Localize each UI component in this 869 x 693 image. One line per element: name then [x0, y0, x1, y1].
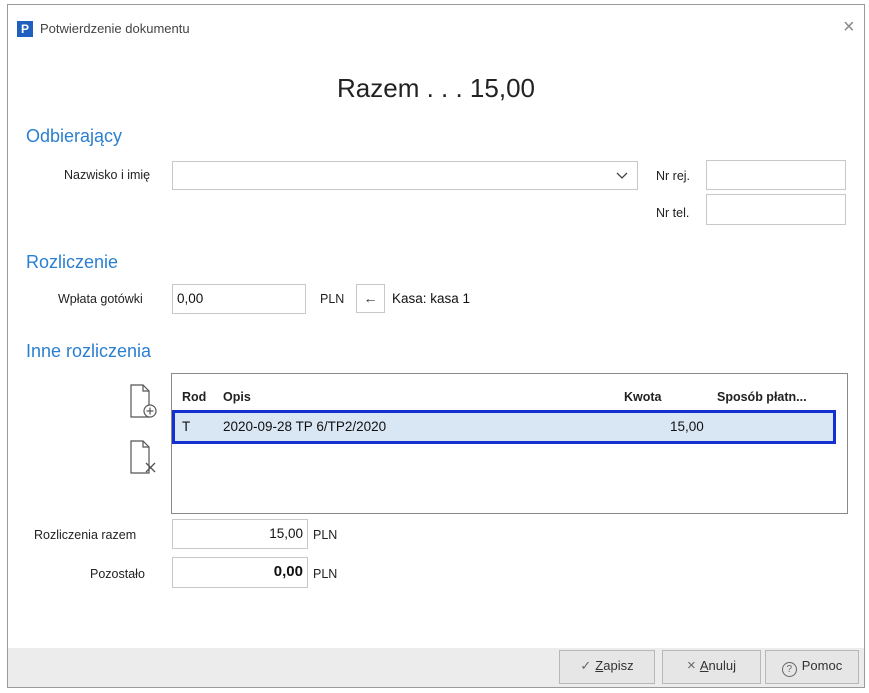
section-other-title: Inne rozliczenia: [26, 341, 152, 361]
remaining-field: 0,00: [172, 557, 308, 588]
cash-currency: PLN: [320, 292, 345, 306]
cashbox-label: Kasa: kasa 1: [392, 291, 471, 306]
reg-label: Nr rej.: [656, 169, 691, 183]
title-bar: P Potwierdzenie dokumentu ×: [8, 5, 864, 51]
cell-kwota: 15,00: [670, 419, 704, 434]
window-title: Potwierdzenie dokumentu: [40, 21, 190, 36]
cancel-label: nuluj: [708, 658, 736, 673]
cash-label: Wpłata gotówki: [58, 292, 143, 306]
remaining-value: 0,00: [273, 563, 303, 580]
column-header-opis[interactable]: Opis: [223, 389, 251, 405]
close-icon[interactable]: ×: [843, 17, 855, 37]
column-header-sposob[interactable]: Sposób płatn...: [717, 389, 807, 405]
total-settlements-currency: PLN: [313, 528, 338, 542]
button-bar: ✓ Zapisz × Anuluj ? Pomoc: [8, 648, 864, 687]
settlements-table: Rod Opis Kwota Sposób płatn... T 2020-09…: [171, 373, 848, 514]
name-label: Nazwisko i imię: [64, 168, 151, 182]
add-document-icon[interactable]: [128, 383, 158, 421]
help-label: Pomoc: [801, 658, 843, 673]
help-circle-icon: ?: [781, 662, 797, 677]
fill-amount-button[interactable]: ←: [356, 284, 385, 313]
column-header-rod[interactable]: Rod: [182, 389, 206, 405]
cancel-button[interactable]: × Anuluj: [662, 650, 761, 684]
total-settlements-value: 15,00: [269, 526, 303, 541]
app-logo-icon: P: [17, 21, 33, 37]
help-button[interactable]: ? Pomoc: [765, 650, 859, 684]
column-header-kwota[interactable]: Kwota: [624, 389, 662, 405]
table-row[interactable]: T 2020-09-28 TP 6/TP2/2020 15,00: [172, 410, 836, 444]
total-settlements-field: 15,00: [172, 519, 308, 549]
save-button[interactable]: ✓ Zapisz: [559, 650, 655, 684]
arrow-left-icon: ←: [363, 290, 378, 306]
section-receiver-title: Odbierający: [26, 126, 123, 146]
remove-document-icon[interactable]: [128, 439, 158, 477]
cash-amount-input[interactable]: 0,00: [172, 284, 306, 314]
check-icon: ✓: [580, 658, 592, 673]
remaining-currency: PLN: [313, 567, 338, 581]
section-settlement-title: Rozliczenie: [26, 252, 119, 272]
dialog-window: P Potwierdzenie dokumentu × Razem . . . …: [7, 4, 865, 688]
total-heading: Razem . . . 15,00: [337, 73, 535, 103]
save-label: apisz: [603, 658, 634, 673]
cell-opis: 2020-09-28 TP 6/TP2/2020: [223, 419, 387, 434]
tel-number-input[interactable]: [706, 194, 846, 225]
chevron-down-icon[interactable]: [616, 172, 628, 180]
cash-amount-value: 0,00: [177, 291, 204, 306]
reg-number-input[interactable]: [706, 160, 846, 190]
name-combobox[interactable]: [172, 161, 638, 190]
total-settlements-label: Rozliczenia razem: [34, 528, 137, 542]
remaining-label: Pozostało: [90, 567, 145, 581]
cell-rod: T: [182, 419, 191, 434]
tel-label: Nr tel.: [656, 206, 690, 220]
close-x-icon: ×: [687, 657, 696, 674]
